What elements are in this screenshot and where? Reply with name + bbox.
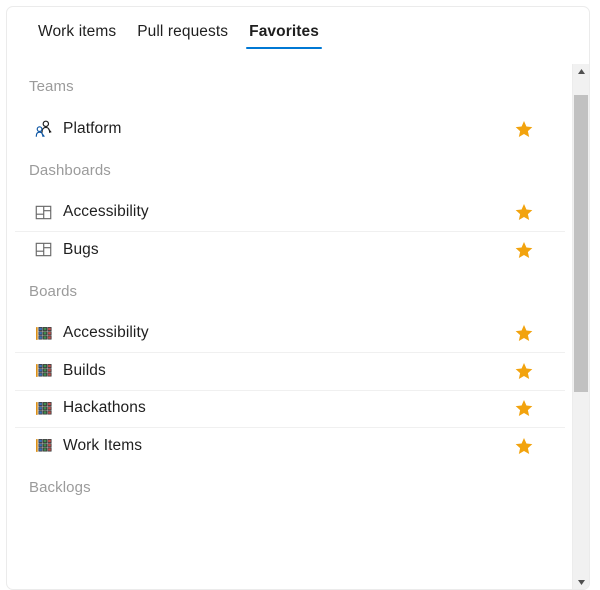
favorite-label: Bugs <box>63 240 99 258</box>
team-icon <box>35 120 52 138</box>
tab-pull-requests[interactable]: Pull requests <box>128 7 237 57</box>
board-icon <box>36 326 52 340</box>
vertical-scrollbar[interactable] <box>572 64 589 589</box>
favorite-star-toggle[interactable] <box>515 324 533 342</box>
favorite-row[interactable]: Work Items <box>7 427 573 465</box>
favorite-star-toggle[interactable] <box>515 362 533 380</box>
tab-label: Pull requests <box>137 23 229 40</box>
favorite-row[interactable]: Bugs <box>7 231 573 269</box>
favorites-scroll-viewport: Teams Platform Dashboards Accessibility Bugs… <box>7 64 589 589</box>
tab-favorites[interactable]: Favorites <box>240 7 328 57</box>
favorite-label: Platform <box>63 119 122 137</box>
dashboard-icon <box>35 205 52 219</box>
favorite-label: Work Items <box>63 436 143 454</box>
section-header-teams: Teams <box>29 78 74 95</box>
caret-up-icon <box>577 69 585 74</box>
tab-work-items[interactable]: Work items <box>29 7 125 57</box>
scroll-up-button[interactable] <box>573 64 589 80</box>
favorite-label: Hackathons <box>63 399 146 417</box>
tab-bar: Work items Pull requests Favorites <box>7 7 589 64</box>
favorite-row[interactable]: Hackathons <box>7 389 573 428</box>
board-icon <box>36 401 52 415</box>
tab-label: Favorites <box>249 23 319 40</box>
board-icon <box>36 364 52 378</box>
section-header-backlogs: Backlogs <box>29 478 91 496</box>
scrollbar-thumb[interactable] <box>574 95 588 392</box>
favorite-star-toggle[interactable] <box>515 399 533 417</box>
favorite-star-toggle[interactable] <box>515 203 533 221</box>
dashboard-icon <box>35 243 52 257</box>
section-header-boards: Boards <box>29 282 78 300</box>
favorite-star-toggle[interactable] <box>515 120 533 138</box>
favorites-panel: Work items Pull requests Favorites Teams Pl… <box>6 6 590 590</box>
favorite-star-toggle[interactable] <box>515 437 533 455</box>
favorites-list: Teams Platform Dashboards Accessibility Bugs… <box>7 64 573 511</box>
tab-label: Work items <box>38 23 117 40</box>
favorite-label: Accessibility <box>63 324 149 342</box>
favorite-star-toggle[interactable] <box>515 241 533 259</box>
favorite-row[interactable]: Builds <box>7 352 573 390</box>
favorite-label: Accessibility <box>63 203 149 221</box>
favorite-row[interactable]: Accessibility <box>7 315 573 353</box>
favorite-row[interactable]: Platform <box>7 110 573 148</box>
favorite-row[interactable]: Accessibility <box>7 194 573 232</box>
favorite-label: Builds <box>63 361 106 379</box>
tab-active-indicator <box>246 46 322 49</box>
board-icon <box>36 439 52 453</box>
scroll-down-button[interactable] <box>573 575 589 589</box>
section-header-dashboards: Dashboards <box>29 161 111 179</box>
